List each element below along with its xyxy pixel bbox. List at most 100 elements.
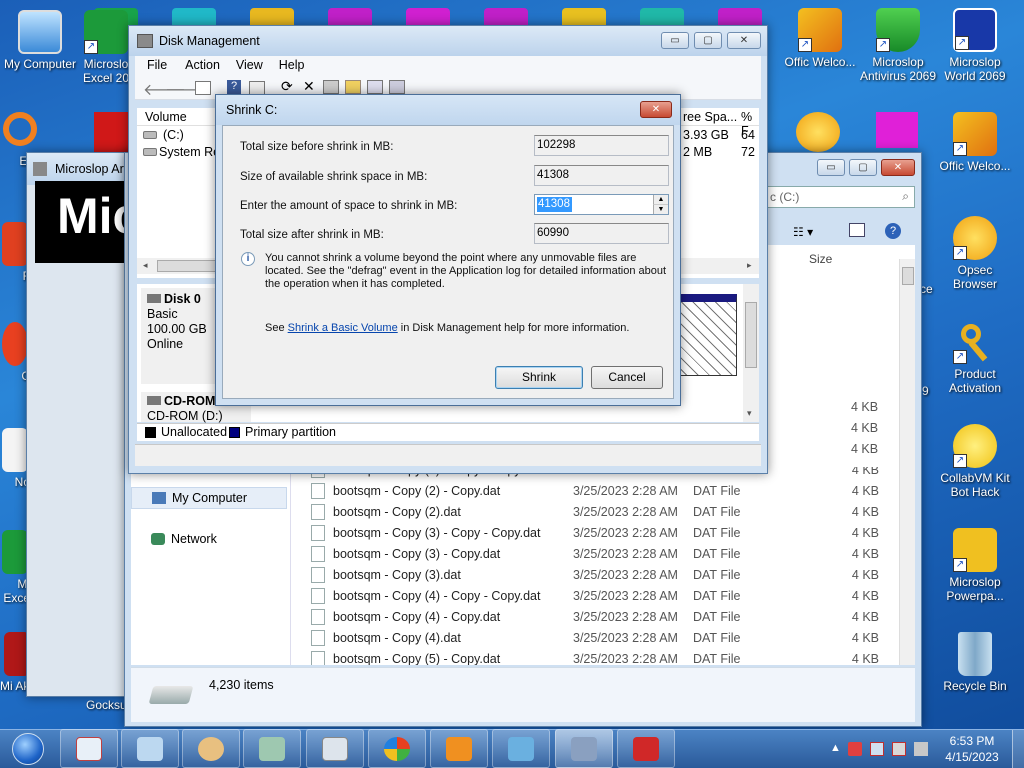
- show-hidden-icons-button[interactable]: ▲: [830, 742, 841, 754]
- menu-view[interactable]: View: [236, 58, 263, 76]
- taskbar-button-windows[interactable]: [368, 729, 426, 768]
- shrink-dialog[interactable]: Shrink C: ✕ Total size before shrink in …: [215, 94, 681, 406]
- desktop-icon-antivirus[interactable]: ↗ Microslop Antivirus 2069: [858, 8, 938, 83]
- taskbar-button-media-player[interactable]: [430, 729, 488, 768]
- help-suffix: in Disk Management help for more informa…: [400, 322, 630, 334]
- volume-drive-icon: [143, 148, 157, 156]
- desktop-icon-collabvm[interactable]: ↗ CollabVM Kit Bot Hack: [935, 424, 1015, 499]
- disk-0-status: Online: [147, 337, 184, 351]
- help-icon[interactable]: ?: [885, 223, 901, 239]
- shrink-button[interactable]: Shrink: [495, 366, 583, 389]
- tray-flag-icon[interactable]: [848, 742, 862, 756]
- minimize-button[interactable]: ▭: [817, 159, 845, 176]
- search-box[interactable]: c (C:) ⌕: [765, 186, 915, 208]
- grid-icon[interactable]: [389, 80, 405, 94]
- desktop-icon-office-welcome-2[interactable]: ↗ Offic Welco...: [935, 112, 1015, 173]
- properties-icon[interactable]: [249, 81, 265, 95]
- list-item[interactable]: bootsqm - Copy (4) - Copy.dat 3/25/2023 2…: [291, 606, 879, 627]
- list-item[interactable]: bootsqm - Copy (3).dat 3/25/2023 2:28 AM D…: [291, 564, 879, 585]
- dialog-title: Shrink C:: [226, 103, 278, 117]
- menu-file[interactable]: File: [147, 58, 167, 76]
- desktop-icon-powerpoint[interactable]: ↗ Microslop Powerpa...: [935, 528, 1015, 603]
- desktop-icon-my-computer[interactable]: My Computer: [0, 10, 80, 71]
- taskbar-button-calculator[interactable]: [306, 729, 364, 768]
- disk-management-icon: [571, 737, 597, 761]
- spin-down-button[interactable]: ▼: [653, 205, 668, 214]
- desktop-icon-gocksu-label[interactable]: Gocksu: [86, 698, 127, 712]
- close-button[interactable]: ✕: [640, 101, 672, 118]
- shrink-basic-volume-link[interactable]: Shrink a Basic Volume: [288, 322, 398, 334]
- list-item[interactable]: bootsqm - Copy (2) - Copy.dat 3/25/2023 2…: [291, 480, 879, 501]
- tray-network-icon[interactable]: [870, 742, 884, 756]
- preview-pane-icon[interactable]: [849, 223, 865, 237]
- cdrom-name: CD-ROM: [164, 394, 216, 408]
- column-header-size[interactable]: Size: [809, 252, 832, 266]
- smiley-icon[interactable]: [796, 112, 840, 152]
- partition-block[interactable]: [675, 294, 737, 376]
- taskbar-button-network[interactable]: [492, 729, 550, 768]
- column-header-free-space[interactable]: ree Spa...: [683, 110, 737, 124]
- tray-extra-icon[interactable]: [914, 742, 928, 756]
- search-icon[interactable]: [367, 80, 383, 94]
- taskbar-button-toolbox[interactable]: [617, 729, 675, 768]
- scroll-thumb[interactable]: [902, 267, 914, 285]
- amount-input[interactable]: 41308: [537, 197, 572, 212]
- show-desktop-button[interactable]: [1012, 730, 1024, 768]
- menu-action[interactable]: Action: [185, 58, 220, 76]
- list-item[interactable]: bootsqm - Copy (5) - Copy.dat 3/25/2023 2…: [291, 648, 879, 665]
- list-item[interactable]: bootsqm - Copy (4) - Copy - Copy.dat 3/25…: [291, 585, 879, 606]
- desktop-icon-excel[interactable]: ↗ Microslo Excel 20: [80, 10, 132, 85]
- maximize-button[interactable]: ▢: [849, 159, 877, 176]
- taskbar-button-app-2[interactable]: [121, 729, 179, 768]
- search-icon[interactable]: ⌕: [902, 189, 909, 204]
- check-icon[interactable]: [323, 80, 339, 94]
- status-bar: [135, 444, 761, 466]
- taskbar-button-disk-management[interactable]: [555, 729, 613, 768]
- close-button[interactable]: ✕: [881, 159, 915, 176]
- taskbar-button-paint[interactable]: [182, 729, 240, 768]
- delete-icon[interactable]: ✕: [303, 78, 315, 95]
- desktop-icon-office-welcome[interactable]: ↗ Offic Welco...: [780, 8, 860, 69]
- desktop-icon-recycle-bin[interactable]: Recycle Bin: [935, 632, 1015, 693]
- desktop-icon-label: Microslop Powerpa...: [946, 575, 1004, 603]
- refresh-icon[interactable]: ⟳: [281, 78, 293, 95]
- scroll-right-icon[interactable]: ▸: [747, 260, 752, 271]
- minimize-button[interactable]: ▭: [661, 32, 689, 49]
- view-options-icon[interactable]: ☷ ▾: [793, 225, 813, 239]
- menu-help[interactable]: Help: [279, 58, 305, 76]
- list-item[interactable]: bootsqm - Copy (3) - Copy - Copy.dat 3/25…: [291, 522, 879, 543]
- scroll-down-icon[interactable]: ▾: [747, 408, 752, 419]
- list-item[interactable]: bootsqm - Copy (4).dat 3/25/2023 2:28 AM D…: [291, 627, 879, 648]
- desktop-icon-product-activation[interactable]: ↗ Product Activation: [935, 320, 1015, 395]
- desktop-icon-opsec-browser[interactable]: ↗ Opsec Browser: [935, 216, 1015, 291]
- disk-0-size: 100.00 GB: [147, 322, 207, 336]
- console-tree-icon[interactable]: [195, 81, 211, 95]
- taskbar-button-paint-tool[interactable]: [60, 729, 118, 768]
- nav-my-computer[interactable]: My Computer: [131, 487, 287, 509]
- start-button[interactable]: [4, 730, 52, 768]
- taskbar-button-app-4[interactable]: [243, 729, 301, 768]
- open-folder-icon[interactable]: [345, 80, 361, 94]
- spin-up-button[interactable]: ▲: [653, 195, 668, 205]
- pink-icon[interactable]: [876, 112, 918, 148]
- desktop-icon-red[interactable]: [94, 112, 128, 152]
- list-item[interactable]: bootsqm - Copy (2).dat 3/25/2023 2:28 AM D…: [291, 501, 879, 522]
- column-header-volume[interactable]: Volume: [145, 110, 187, 124]
- scroll-left-icon[interactable]: ◂: [143, 260, 148, 271]
- list-item[interactable]: bootsqm - Copy (3) - Copy.dat 3/25/2023 2…: [291, 543, 879, 564]
- disk-view-vscrollbar[interactable]: ▾: [743, 284, 759, 422]
- cancel-button[interactable]: Cancel: [591, 366, 663, 389]
- desktop-icon-word[interactable]: ↗ Microslop World 2069: [935, 8, 1015, 83]
- calculator-icon: [322, 737, 348, 761]
- tray-clock[interactable]: 6:53 PM 4/15/2023: [936, 733, 1008, 765]
- shrink-dialog-titlebar[interactable]: Shrink C:: [216, 95, 680, 125]
- close-button[interactable]: ✕: [727, 32, 761, 49]
- maximize-button[interactable]: ▢: [694, 32, 722, 49]
- amount-stepper[interactable]: 41308 ▲ ▼: [534, 194, 669, 215]
- background-app-window[interactable]: Microslop Ar Mic: [26, 152, 136, 697]
- file-list-scrollbar[interactable]: [899, 259, 915, 665]
- tray-volume-icon[interactable]: [892, 742, 906, 756]
- nav-label: Network: [171, 532, 217, 546]
- nav-network[interactable]: Network: [131, 529, 287, 551]
- scroll-thumb[interactable]: [745, 302, 757, 368]
